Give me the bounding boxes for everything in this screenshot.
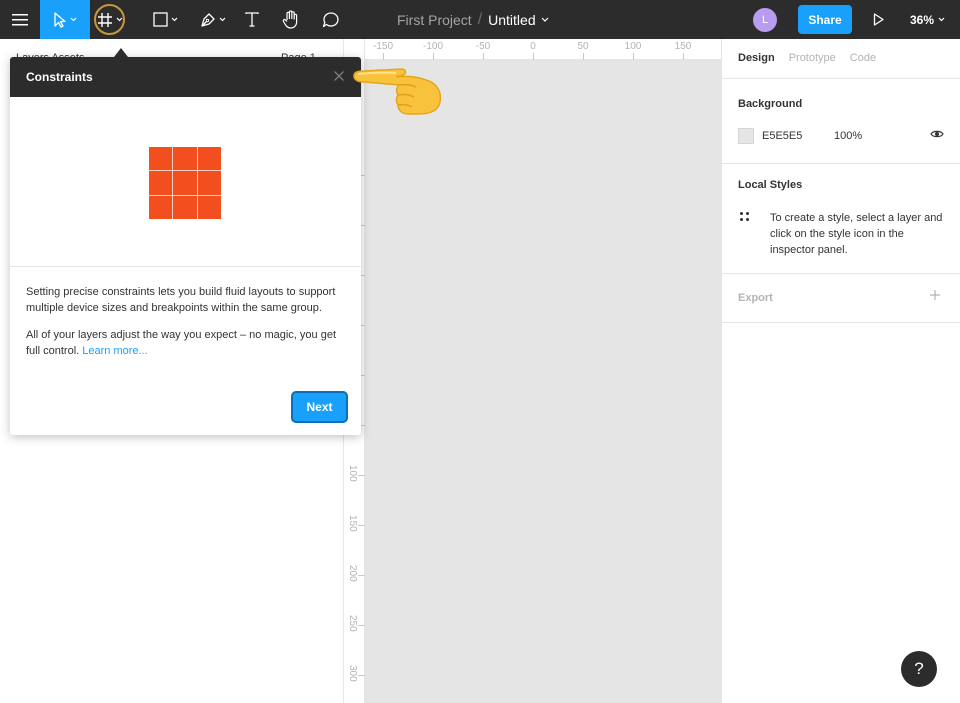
share-button[interactable]: Share xyxy=(798,5,852,34)
pen-tool-icon xyxy=(201,12,215,27)
zoom-menu[interactable]: 36% xyxy=(910,0,945,39)
present-button[interactable] xyxy=(866,0,890,39)
ruler-tick xyxy=(683,53,684,60)
styles-icon xyxy=(740,212,750,222)
toolbar: First Project / Untitled L Share 36% xyxy=(0,0,960,39)
ruler-label: 150 xyxy=(674,41,692,52)
avatar[interactable]: L xyxy=(753,8,777,32)
ruler-label: 200 xyxy=(347,565,358,582)
background-opacity-input[interactable]: 100% xyxy=(834,130,862,142)
frame-tool-icon xyxy=(98,12,112,27)
popup-illustration xyxy=(10,97,361,267)
hand-tool-icon xyxy=(282,10,298,29)
popup-paragraph-text: All of your layers adjust the way you ex… xyxy=(26,329,336,357)
ruler-tick xyxy=(583,53,584,60)
help-button[interactable]: ? xyxy=(901,651,937,687)
project-name-link[interactable]: First Project xyxy=(397,12,472,28)
frame-tool-button[interactable] xyxy=(90,0,136,39)
tab-prototype[interactable]: Prototype xyxy=(789,52,836,64)
chevron-down-icon[interactable] xyxy=(541,17,549,22)
ruler-tick xyxy=(533,53,534,60)
canvas[interactable] xyxy=(365,60,721,703)
hand-tool-button[interactable] xyxy=(276,0,306,39)
popup-body: Setting precise constraints lets you bui… xyxy=(26,284,348,370)
background-section-title: Background xyxy=(738,98,803,110)
chevron-down-icon xyxy=(219,17,226,22)
local-styles-hint: To create a style, select a layer and cl… xyxy=(770,212,943,256)
eye-icon[interactable] xyxy=(930,129,944,139)
move-tool-button[interactable] xyxy=(40,0,90,39)
ruler-label: 100 xyxy=(347,465,358,482)
ruler-label: 300 xyxy=(347,665,358,682)
zoom-level: 36% xyxy=(910,12,935,27)
onboarding-popup: Constraints Setting precise constraints … xyxy=(10,48,361,435)
ruler-label: 100 xyxy=(624,41,642,52)
comment-icon xyxy=(322,12,339,28)
pen-tool-button[interactable] xyxy=(190,0,236,39)
text-tool-icon xyxy=(245,12,259,27)
ruler-label: 0 xyxy=(530,41,536,52)
tab-code[interactable]: Code xyxy=(850,52,876,64)
ruler-label: 150 xyxy=(347,515,358,532)
local-styles-title: Local Styles xyxy=(738,179,803,191)
menu-icon xyxy=(12,13,28,25)
ruler-tick xyxy=(358,525,365,526)
ruler-tick xyxy=(633,53,634,60)
document-title: First Project / Untitled xyxy=(397,0,549,39)
chevron-down-icon xyxy=(70,17,77,22)
ruler-label: -150 xyxy=(372,41,394,52)
ruler-label: -100 xyxy=(422,41,444,52)
file-name[interactable]: Untitled xyxy=(488,12,535,28)
ruler-tick xyxy=(358,475,365,476)
background-color-swatch[interactable] xyxy=(738,128,754,144)
constraints-grid-illustration xyxy=(149,147,221,219)
popup-paragraph: All of your layers adjust the way you ex… xyxy=(26,327,348,359)
background-hex-input[interactable]: E5E5E5 xyxy=(762,130,802,142)
play-icon xyxy=(873,13,884,26)
plus-icon[interactable] xyxy=(929,289,941,301)
divider xyxy=(722,273,960,274)
ruler-tick xyxy=(483,53,484,60)
ruler-tick xyxy=(358,575,365,576)
ruler-label: 50 xyxy=(577,41,589,52)
ruler-tick xyxy=(358,675,365,676)
export-title: Export xyxy=(738,292,773,304)
ruler-label: -50 xyxy=(475,41,491,52)
popup-title: Constraints xyxy=(26,70,93,84)
close-icon[interactable] xyxy=(333,70,345,82)
learn-more-link[interactable]: Learn more... xyxy=(82,345,147,357)
properties-tabs: Design Prototype Code xyxy=(738,52,890,64)
chevron-down-icon xyxy=(116,17,123,22)
ruler-label: 250 xyxy=(347,615,358,632)
tab-design[interactable]: Design xyxy=(738,52,775,64)
divider xyxy=(722,322,960,323)
ruler-tick xyxy=(358,625,365,626)
text-tool-button[interactable] xyxy=(238,0,266,39)
title-separator: / xyxy=(477,10,483,28)
popup-paragraph: Setting precise constraints lets you bui… xyxy=(26,286,336,314)
divider xyxy=(722,163,960,164)
shape-tool-button[interactable] xyxy=(142,0,188,39)
next-button[interactable]: Next xyxy=(291,391,348,423)
comment-tool-button[interactable] xyxy=(316,0,346,39)
pointing-hand-icon xyxy=(353,68,442,115)
chevron-down-icon xyxy=(938,17,945,22)
shape-tool-icon xyxy=(152,12,168,27)
properties-panel: Design Prototype Code Background E5E5E5 … xyxy=(721,39,960,703)
move-tool-icon xyxy=(54,11,66,28)
popup-pointer xyxy=(114,48,128,57)
main-menu-button[interactable] xyxy=(0,0,40,39)
divider xyxy=(722,78,960,79)
chevron-down-icon xyxy=(171,17,177,22)
popup-header: Constraints xyxy=(10,57,361,97)
